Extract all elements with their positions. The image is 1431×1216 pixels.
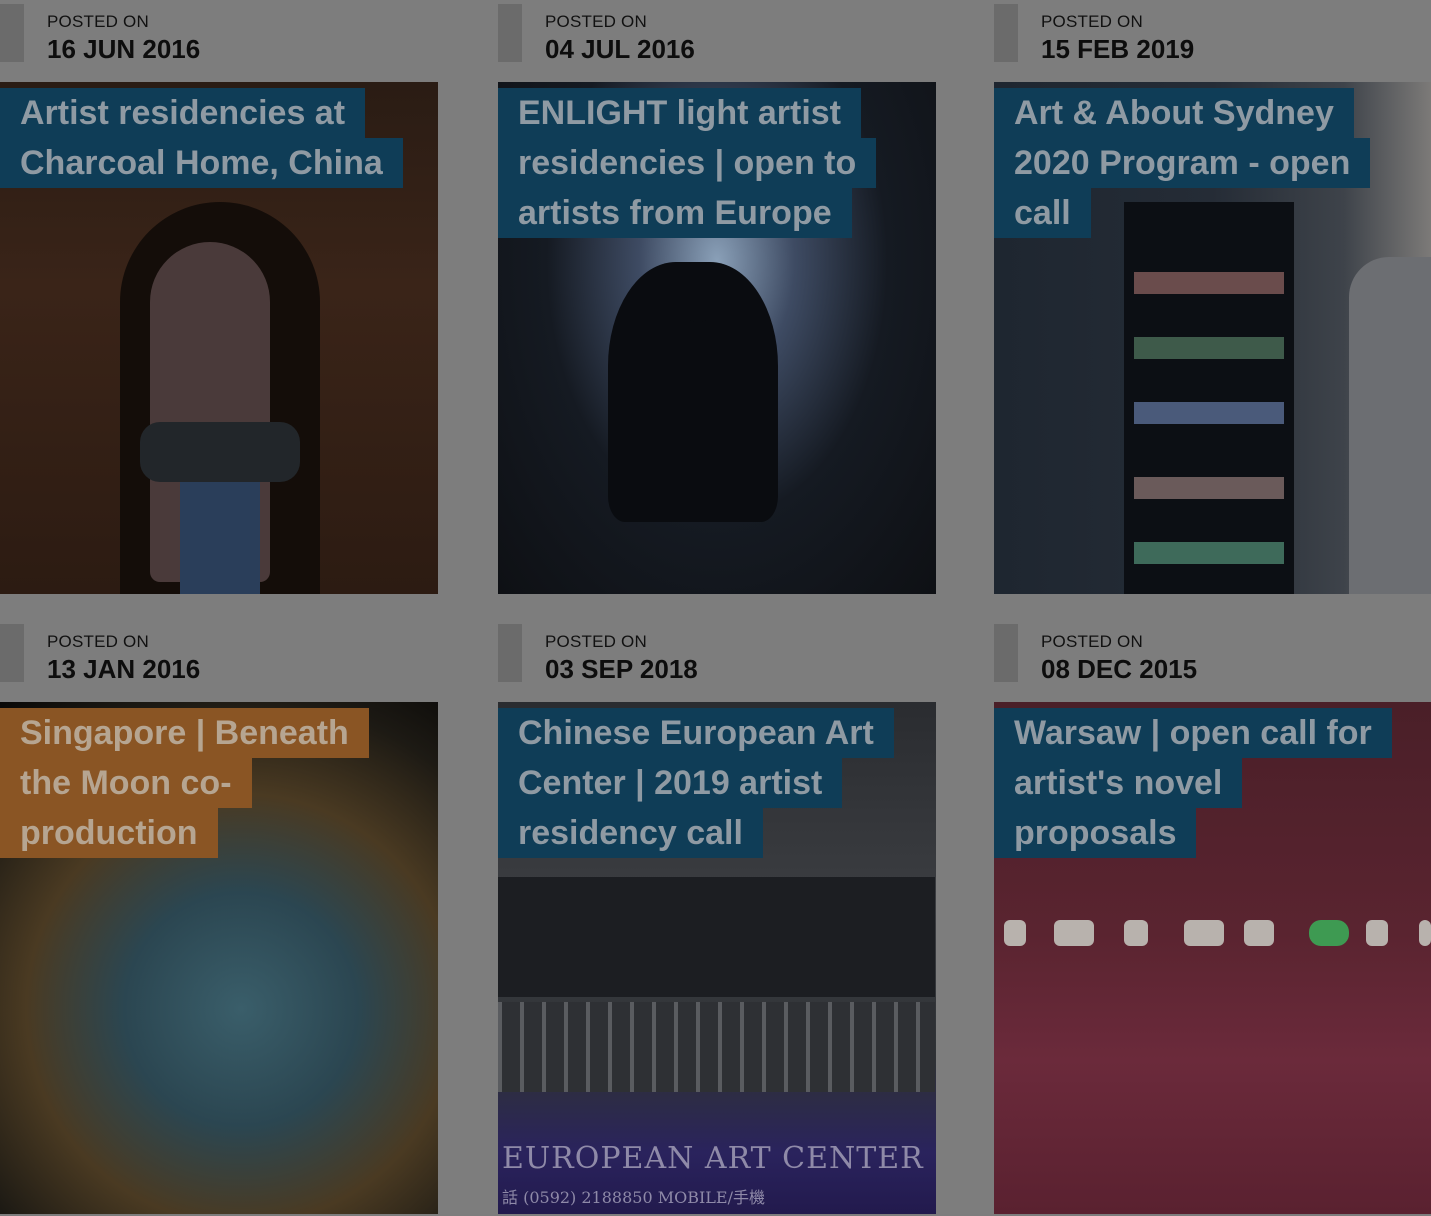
title-line: Artist residencies at (0, 88, 366, 138)
title-line: residencies | open to (498, 138, 877, 188)
post-date: 15 FEB 2019 (1041, 34, 1195, 64)
date-marker (0, 624, 24, 682)
title-line: 2020 Program - open (994, 138, 1371, 188)
post-date: 13 JAN 2016 (47, 654, 201, 684)
post-meta: POSTED ON 15 FEB 2019 (994, 0, 1431, 82)
post-meta: POSTED ON 13 JAN 2016 (0, 620, 438, 702)
posted-on-label: POSTED ON (545, 632, 647, 651)
title-line: ENLIGHT light artist (498, 88, 861, 138)
date-marker (994, 4, 1018, 62)
post-meta: POSTED ON 04 JUL 2016 (498, 0, 936, 82)
post-meta: POSTED ON 03 SEP 2018 (498, 620, 936, 702)
title-line: Art & About Sydney (994, 88, 1354, 138)
post-title[interactable]: Artist residencies at Charcoal Home, Chi… (0, 88, 403, 188)
date-marker (0, 4, 24, 62)
post-meta: POSTED ON 08 DEC 2015 (994, 620, 1431, 702)
title-line: call (994, 188, 1091, 238)
post-card[interactable]: POSTED ON 04 JUL 2016 ENLIGHT light arti… (498, 0, 936, 594)
post-date: 04 JUL 2016 (545, 34, 695, 64)
post-card[interactable]: POSTED ON 08 DEC 2015 Warsaw | open call… (994, 620, 1431, 1214)
date-marker (498, 4, 522, 62)
title-line: Chinese European Art (498, 708, 894, 758)
posted-on-label: POSTED ON (1041, 12, 1143, 31)
post-card[interactable]: POSTED ON 16 JUN 2016 Artist residencies… (0, 0, 438, 594)
posts-grid: POSTED ON 16 JUN 2016 Artist residencies… (0, 0, 1431, 1216)
title-line: artist's novel (994, 758, 1243, 808)
post-thumbnail[interactable]: Artist residencies at Charcoal Home, Chi… (0, 82, 438, 594)
title-line: Center | 2019 artist (498, 758, 843, 808)
post-title[interactable]: Art & About Sydney 2020 Program - open c… (994, 88, 1371, 238)
post-card[interactable]: POSTED ON 15 FEB 2019 Art & About Sydney… (994, 0, 1431, 594)
post-title[interactable]: Warsaw | open call for artist's novel pr… (994, 708, 1392, 858)
post-card[interactable]: POSTED ON 03 SEP 2018 EUROPEAN ART CENTE… (498, 620, 936, 1214)
title-line: residency call (498, 808, 763, 858)
title-line: production (0, 808, 218, 858)
post-date: 08 DEC 2015 (1041, 654, 1198, 684)
posted-on-label: POSTED ON (47, 12, 149, 31)
post-meta: POSTED ON 16 JUN 2016 (0, 0, 438, 82)
post-thumbnail[interactable]: EUROPEAN ART CENTER 話 (0592) 2188850 MOB… (498, 702, 936, 1214)
post-card[interactable]: POSTED ON 13 JAN 2016 Singapore | Beneat… (0, 620, 438, 1214)
sign-subtext: 話 (0592) 2188850 MOBILE/手機 (502, 1188, 765, 1207)
post-thumbnail[interactable]: Art & About Sydney 2020 Program - open c… (994, 82, 1431, 594)
post-title[interactable]: Singapore | Beneath the Moon co- product… (0, 708, 369, 858)
posted-on-label: POSTED ON (47, 632, 149, 651)
post-title[interactable]: Chinese European Art Center | 2019 artis… (498, 708, 894, 858)
post-title[interactable]: ENLIGHT light artist residencies | open … (498, 88, 877, 238)
title-line: the Moon co- (0, 758, 252, 808)
post-date: 16 JUN 2016 (47, 34, 201, 64)
title-line: Charcoal Home, China (0, 138, 403, 188)
posted-on-label: POSTED ON (1041, 632, 1143, 651)
post-thumbnail[interactable]: Singapore | Beneath the Moon co- product… (0, 702, 438, 1214)
date-marker (498, 624, 522, 682)
title-line: proposals (994, 808, 1197, 858)
title-line: artists from Europe (498, 188, 852, 238)
post-date: 03 SEP 2018 (545, 654, 698, 684)
posted-on-label: POSTED ON (545, 12, 647, 31)
post-thumbnail[interactable]: ENLIGHT light artist residencies | open … (498, 82, 936, 594)
title-line: Warsaw | open call for (994, 708, 1392, 758)
date-marker (994, 624, 1018, 682)
title-line: Singapore | Beneath (0, 708, 369, 758)
sign-text: EUROPEAN ART CENTER (502, 1141, 924, 1176)
post-thumbnail[interactable]: Warsaw | open call for artist's novel pr… (994, 702, 1431, 1214)
